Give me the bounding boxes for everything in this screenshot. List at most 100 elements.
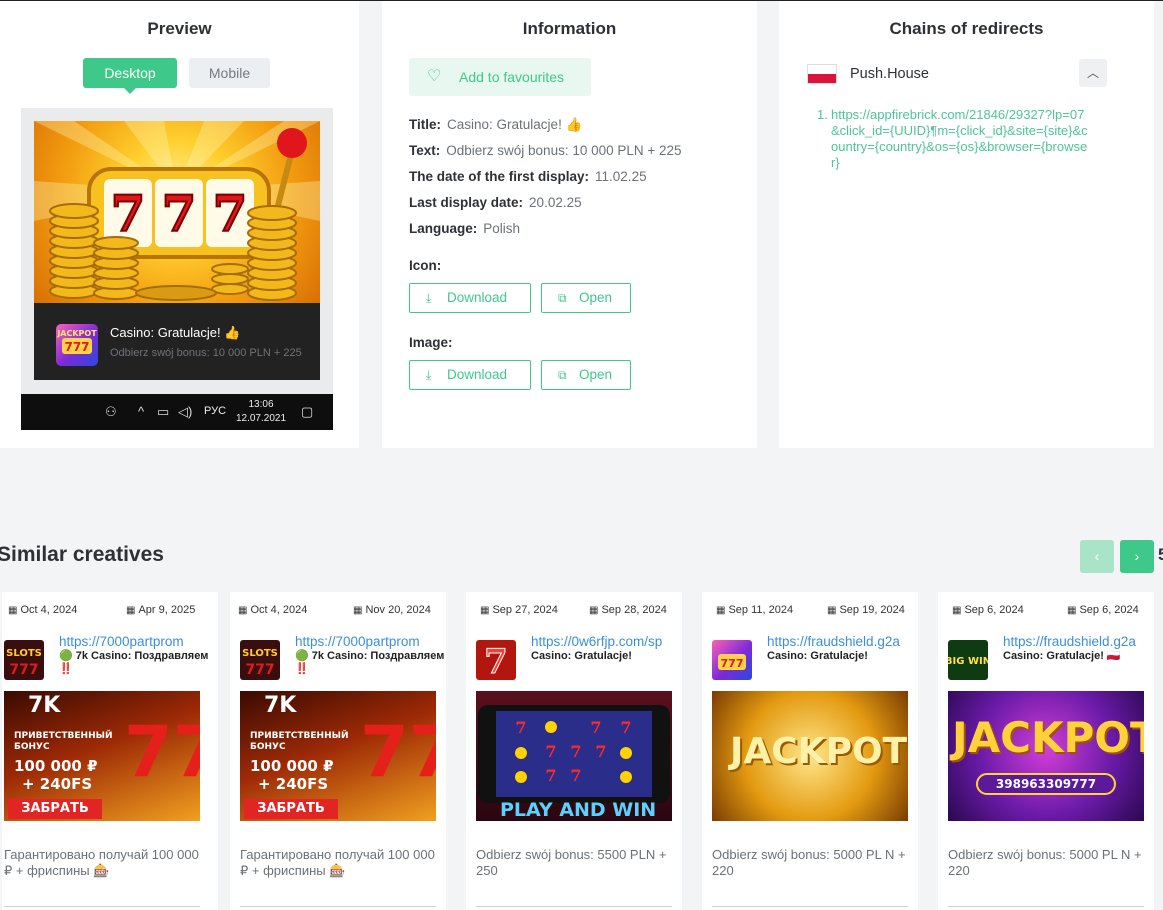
creative-title: Casino: Gratulacje! — [767, 650, 868, 662]
calendar-icon: ▦ — [716, 605, 726, 616]
calendar-icon: ▦ — [1067, 605, 1077, 616]
creative-url[interactable]: https://fraudshield.g2a — [1003, 634, 1154, 649]
calendar-icon: ▦ — [238, 605, 248, 616]
similar-card[interactable]: ▦ Sep 11, 2024 ▦ Sep 19, 2024 777 https://… — [702, 592, 918, 910]
creative-image: 7K ПРИВЕТСТВЕННЫЙ БОНУС 100 000 ₽ + 240F… — [4, 691, 200, 821]
chevron-up-icon[interactable]: ︿ — [1079, 59, 1107, 87]
svg-text:JACKPOT: JACKPOT — [56, 329, 97, 338]
carousel-next-button[interactable]: › — [1120, 540, 1154, 573]
creative-description: Гарантировано получай 100 000 ₽ + фриспи… — [240, 847, 435, 878]
similar-card[interactable]: ▦ Oct 4, 2024 ▦ Nov 20, 2024 SLOTS 777 http… — [230, 592, 446, 910]
creative-description: Odbierz swój bonus: 5000 PL N + 220 — [712, 847, 906, 878]
redirect-link[interactable]: https://appfirebrick.com/21846/29327?lp=… — [831, 107, 1088, 170]
creative-title: 🟢 7k Casino: Поздравляем ‼️ — [59, 650, 209, 675]
notification-center-icon: ▢ — [301, 404, 314, 419]
date-from: ▦ Sep 27, 2024 — [480, 604, 558, 616]
slots-icon: SLOTS 777 — [4, 640, 44, 680]
date-from: ▦ Oct 4, 2024 — [8, 604, 78, 616]
download-icon: ⤓ — [426, 291, 432, 305]
similar-card[interactable]: ▦ Oct 4, 2024 ▦ Apr 9, 2025 SLOTS 777 https… — [2, 592, 218, 910]
page-indicator: 5 — [1158, 545, 1163, 564]
svg-text:SLOTS: SLOTS — [242, 648, 278, 659]
creative-image: 777 777 77 PLAY AND WIN — [476, 691, 672, 821]
divider — [240, 906, 436, 907]
image-download-button[interactable]: ⤓ Download — [409, 360, 531, 390]
creative-url[interactable]: https://7000partprom — [295, 634, 446, 649]
seven-glyph: 77 — [360, 711, 436, 793]
jackpot-icon: 777 — [712, 640, 752, 680]
divider — [948, 906, 1144, 907]
desktop-tab[interactable]: Desktop — [83, 58, 177, 94]
slots-icon: SLOTS 777 — [240, 640, 280, 680]
language-indicator: РУС — [204, 405, 227, 417]
calendar-icon: ▦ — [126, 605, 136, 616]
svg-text:7: 7 — [590, 718, 601, 737]
add-to-favourites-label: Add to favourites — [459, 69, 565, 85]
ad-network-name: Push.House — [850, 66, 929, 82]
notification-text: Odbierz swój bonus: 10 000 PLN + 225 — [110, 347, 302, 359]
date-to: ▦ Sep 19, 2024 — [827, 604, 905, 616]
people-icon: ⚇ — [105, 404, 117, 419]
info-row-text: Text: Odbierz swój bonus: 10 000 PLN + 22… — [409, 143, 682, 158]
date-to: ▦ Nov 20, 2024 — [353, 604, 431, 616]
open-external-icon: ⧉ — [558, 368, 567, 382]
date-to: ▦ Sep 28, 2024 — [589, 604, 667, 616]
calendar-icon: ▦ — [353, 605, 363, 616]
clock-time: 13:06 — [248, 399, 274, 410]
svg-text:777: 777 — [245, 662, 274, 678]
calendar-icon: ▦ — [827, 605, 837, 616]
image-open-button[interactable]: ⧉ Open — [541, 360, 631, 390]
information-panel: Information ♡ Add to favourites Title: Ca… — [382, 1, 757, 448]
creative-title: 🟢 7k Casino: Поздравляем ‼️ — [295, 650, 445, 675]
clock: 13:06 12.07.2021 — [235, 398, 287, 426]
similar-card[interactable]: ▦ Sep 6, 2024 ▦ Sep 6, 2024 BIG WIN https:… — [938, 592, 1154, 910]
open-external-icon: ⧉ — [558, 291, 567, 305]
svg-text:7: 7 — [213, 184, 248, 243]
creative-url[interactable]: https://0w6rfjp.com/sp — [531, 634, 682, 649]
calendar-icon: ▦ — [480, 605, 490, 616]
date-from: ▦ Oct 4, 2024 — [238, 604, 308, 616]
svg-text:7: 7 — [545, 742, 556, 761]
icon-download-button[interactable]: ⤓ Download — [409, 283, 531, 313]
icon-label: Icon: — [409, 258, 442, 273]
mobile-tab[interactable]: Mobile — [189, 58, 270, 88]
heart-icon: ♡ — [427, 68, 442, 85]
svg-text:7: 7 — [570, 742, 581, 761]
creative-image: JACKPOT 398963309777 — [948, 691, 1144, 821]
desktop-preview-screen: 7 7 7 JACKPOT 777 Casino: Gratulacje! 👍 … — [21, 108, 333, 430]
creative-description: Гарантировано получай 100 000 ₽ + фриспи… — [4, 847, 199, 878]
preview-title: Preview — [147, 19, 212, 38]
redirects-panel: Chains of redirects Push.House ︿ 1. http… — [779, 1, 1154, 448]
download-icon: ⤓ — [426, 368, 432, 382]
creative-url[interactable]: https://fraudshield.g2a — [767, 634, 918, 649]
information-title: Information — [522, 19, 617, 38]
similar-card[interactable]: ▦ Sep 27, 2024 ▦ Sep 28, 2024 7 https://0w… — [466, 592, 682, 910]
add-to-favourites-button[interactable]: ♡ Add to favourites — [409, 58, 591, 96]
network-icon: ▭ — [157, 404, 170, 419]
svg-text:7: 7 — [484, 642, 508, 680]
date-from: ▦ Sep 6, 2024 — [952, 604, 1024, 616]
creative-image: 7 7 7 — [34, 121, 320, 303]
speaker-icon: ◁) — [178, 404, 193, 419]
svg-text:7: 7 — [570, 766, 581, 785]
divider — [476, 906, 672, 907]
svg-text:7: 7 — [162, 184, 197, 243]
windows-taskbar: ⚇ ^ ▭ ◁) РУС 13:06 12.07.2021 ▢ — [21, 394, 333, 430]
similar-creatives-title: Similar creatives — [0, 543, 164, 566]
svg-text:7: 7 — [515, 718, 526, 737]
date-from: ▦ Sep 11, 2024 — [716, 604, 794, 616]
creative-url[interactable]: https://7000partprom — [59, 634, 215, 649]
svg-text:7: 7 — [620, 718, 631, 737]
icon-open-button[interactable]: ⧉ Open — [541, 283, 631, 313]
jackpot-icon: JACKPOT 777 — [56, 324, 98, 366]
svg-text:7: 7 — [595, 742, 606, 761]
big-win-icon: BIG WIN — [945, 640, 991, 680]
redirect-chain-item[interactable]: 1. https://appfirebrick.com/21846/29327?… — [817, 107, 1091, 171]
poland-flag-icon — [807, 64, 837, 84]
creative-image: JACKPOT — [712, 691, 908, 821]
creative-description: Odbierz swój bonus: 5500 PLN + 250 — [476, 847, 667, 878]
carousel-prev-button[interactable]: ‹ — [1080, 540, 1114, 573]
svg-text:BIG WIN: BIG WIN — [948, 656, 988, 667]
chain-index: 1. — [817, 107, 828, 122]
info-row-last-display: Last display date: 20.02.25 — [409, 195, 582, 210]
